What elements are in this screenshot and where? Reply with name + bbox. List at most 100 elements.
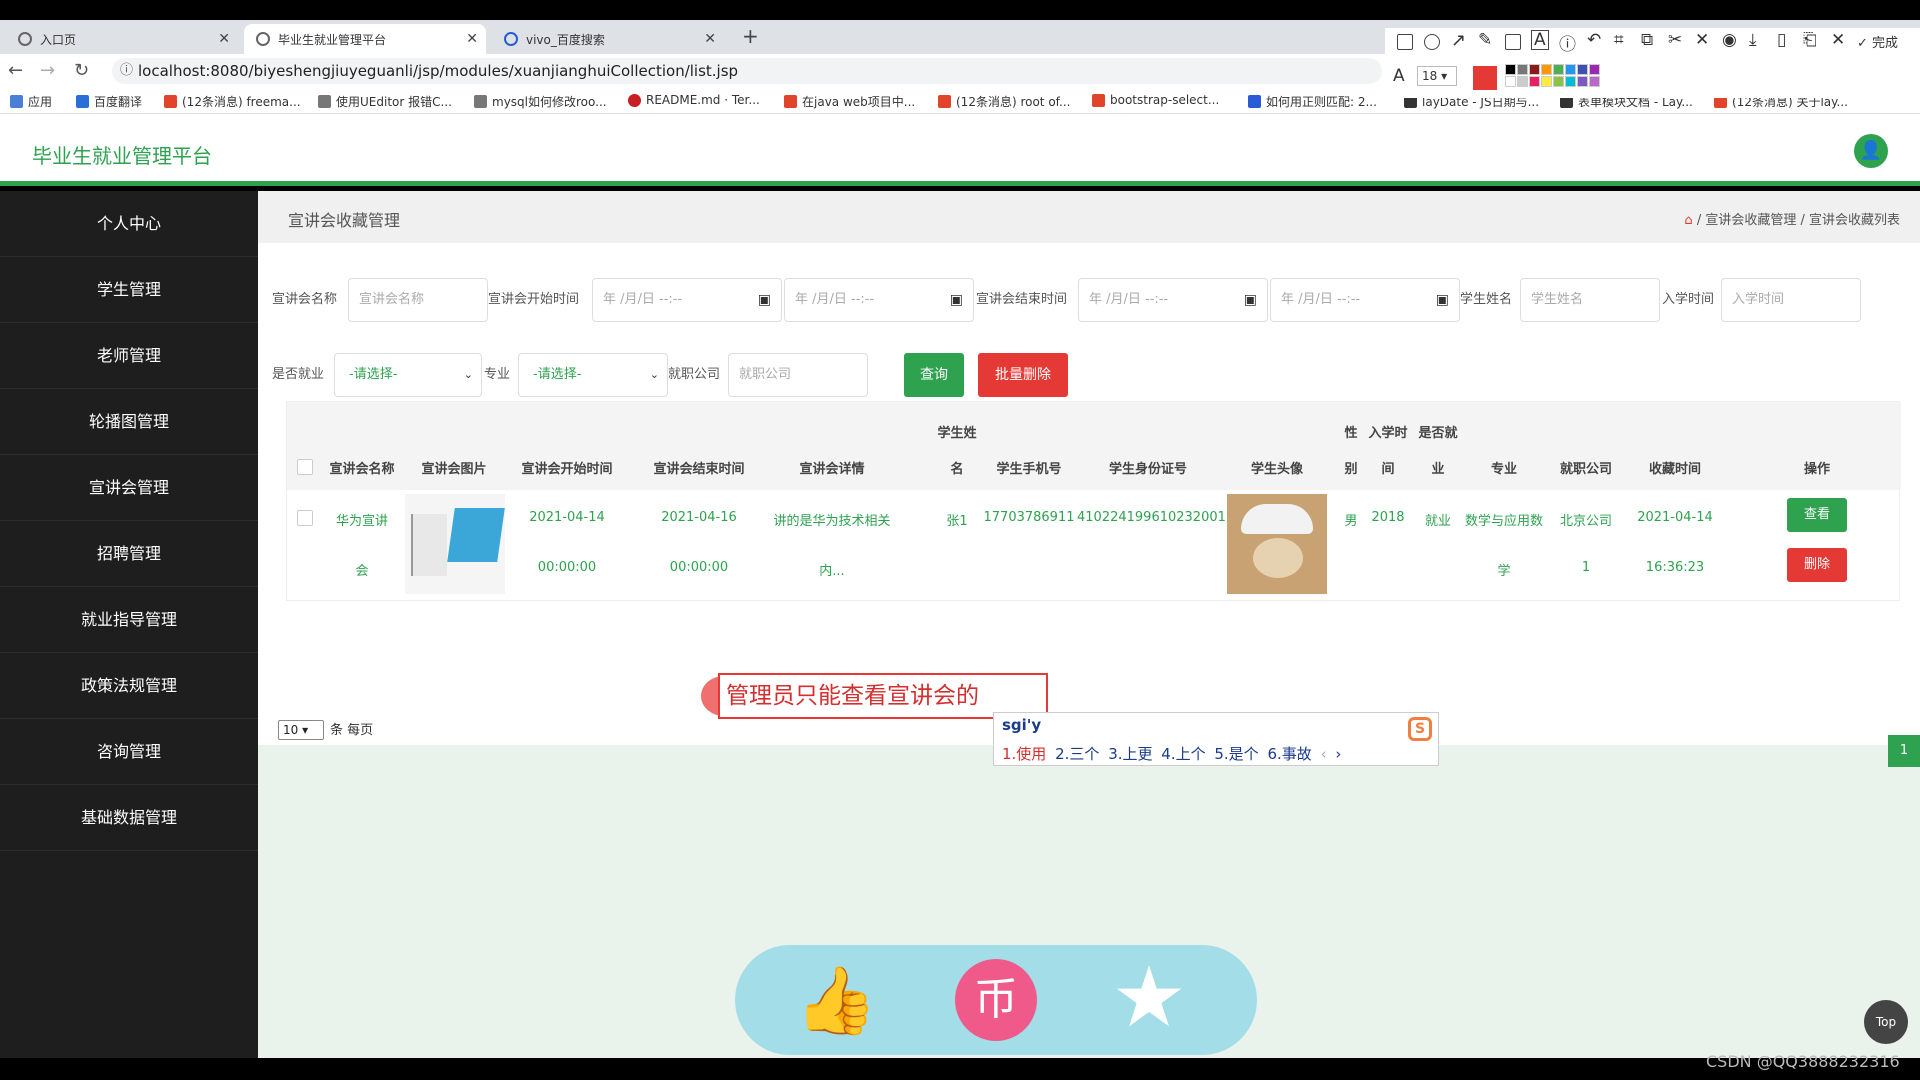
bookmark-item[interactable]: bootstrap-select... [1092,93,1219,107]
delete-button[interactable]: 删除 [1787,548,1847,582]
color-swatch[interactable] [1577,76,1588,87]
close-icon[interactable]: ✕ [218,31,230,47]
ime-candidate[interactable]: 6.事故 [1267,745,1311,763]
star-icon[interactable]: ★ [1105,953,1193,1041]
end-time-to-input[interactable]: 年 /月/日 --:-- ▣ [1270,278,1460,322]
tab-entry-page[interactable]: 入口页 ✕ [6,24,238,54]
sidebar-item-personal-center[interactable]: 个人中心 [0,191,258,257]
new-tab-icon[interactable]: + [742,24,759,48]
ellipse-tool-icon[interactable] [1424,34,1440,50]
text-tool-icon[interactable]: A [1531,30,1549,50]
rectangle-tool-icon[interactable] [1397,34,1413,50]
url-field[interactable]: ⓘ localhost:8080/biyeshengjiuyeguanli/js… [112,58,1382,84]
current-color-swatch[interactable] [1473,66,1497,90]
color-swatch[interactable] [1517,64,1528,75]
color-swatch[interactable] [1517,76,1528,87]
ime-candidate[interactable]: 5.是个 [1214,745,1258,763]
color-swatch[interactable] [1589,64,1600,75]
arrow-tool-icon[interactable]: ↗ [1451,30,1466,51]
sidebar-item-career-guidance[interactable]: 就业指导管理 [0,587,258,653]
reload-icon[interactable]: ↻ [74,60,89,81]
download-icon[interactable]: ⤓ [1749,30,1757,50]
calendar-icon[interactable]: ▣ [758,279,771,321]
home-icon[interactable]: ⌂ [1684,213,1692,228]
color-swatch[interactable] [1541,64,1552,75]
chevron-left-icon[interactable]: ‹ [1321,745,1327,763]
translate-tool-icon[interactable]: ⧉ [1641,30,1653,50]
pin-icon[interactable]: ✕ [1695,30,1709,50]
page-button-current[interactable]: 1 [1888,735,1920,767]
batch-delete-button[interactable]: 批量删除 [978,353,1068,397]
presentation-name-input[interactable]: 宣讲会名称 [348,278,488,322]
end-time-from-input[interactable]: 年 /月/日 --:-- ▣ [1078,278,1268,322]
chevron-right-icon[interactable]: › [1335,745,1341,763]
select-all-checkbox[interactable] [297,459,313,475]
sidebar-item-policies[interactable]: 政策法规管理 [0,653,258,719]
row-checkbox[interactable] [297,510,313,526]
sidebar-item-recruitment[interactable]: 招聘管理 [0,521,258,587]
bookmark-item[interactable]: 使用UEditor 报错C... [318,93,452,110]
crop-icon[interactable]: ⌗ [1614,30,1624,50]
coin-icon[interactable]: 币 [955,959,1037,1041]
bookmark-item[interactable]: (12条消息) freema... [164,93,301,110]
done-button[interactable]: ✓ 完成 [1857,32,1898,51]
color-swatch[interactable] [1505,64,1516,75]
number-tool-icon[interactable]: ⓘ [1559,30,1576,55]
employed-select[interactable]: -请选择- ⌄ [334,353,482,397]
bookmark-item[interactable]: (12条消息) root of... [938,93,1070,110]
thumbs-up-icon[interactable]: 👍 [795,961,877,1041]
close-icon[interactable]: ✕ [704,31,716,47]
info-icon[interactable]: ⓘ [120,58,133,84]
color-swatch[interactable] [1589,76,1600,87]
back-icon[interactable]: ← [8,60,23,81]
pen-tool-icon[interactable]: ✎ [1478,30,1492,50]
sidebar-item-teachers[interactable]: 老师管理 [0,323,258,389]
bookmark-item[interactable]: 如何用正则匹配: 2... [1248,93,1377,110]
color-swatch[interactable] [1553,76,1564,87]
start-time-to-input[interactable]: 年 /月/日 --:-- ▣ [784,278,974,322]
enroll-time-input[interactable]: 入学时间 [1721,278,1861,322]
ime-candidate[interactable]: 2.三个 [1055,745,1099,763]
ime-candidate[interactable]: 1.使用 [1002,745,1046,763]
calendar-icon[interactable]: ▣ [1244,279,1257,321]
user-avatar-icon[interactable]: 👤 [1854,134,1888,168]
tab-platform[interactable]: 毕业生就业管理平台 ✕ [244,24,486,54]
color-swatch[interactable] [1553,64,1564,75]
calendar-icon[interactable]: ▣ [1436,279,1449,321]
phone-icon[interactable]: ▯ [1777,30,1786,50]
color-swatch[interactable] [1505,76,1516,87]
query-button[interactable]: 查询 [904,353,964,397]
sidebar-item-base-data[interactable]: 基础数据管理 [0,785,258,851]
bookmark-item[interactable]: 百度翻译 [76,93,142,110]
undo-icon[interactable]: ↶ [1587,30,1601,50]
student-name-input[interactable]: 学生姓名 [1520,278,1660,322]
close-icon[interactable]: ✕ [466,31,478,47]
page-size-select[interactable]: 10 ▾ [278,720,324,740]
record-icon[interactable]: ◉ [1722,30,1737,50]
font-size-select[interactable]: 18 ▾ [1417,66,1457,86]
color-swatch[interactable] [1541,76,1552,87]
color-swatch[interactable] [1565,64,1576,75]
start-time-from-input[interactable]: 年 /月/日 --:-- ▣ [592,278,782,322]
bookmark-icon[interactable]: ⎗ [1803,30,1817,50]
sidebar-item-presentations[interactable]: 宣讲会管理 [0,455,258,521]
tab-vivo-search[interactable]: vivo_百度搜索 ✕ [492,24,724,54]
color-swatch[interactable] [1529,64,1540,75]
calendar-icon[interactable]: ▣ [950,279,963,321]
back-to-top-button[interactable]: Top [1864,1000,1908,1044]
color-swatch[interactable] [1565,76,1576,87]
color-swatch[interactable] [1577,64,1588,75]
forward-icon[interactable]: → [40,60,55,81]
bookmark-item[interactable]: README.md · Ter... [628,93,760,107]
sidebar-item-carousel[interactable]: 轮播图管理 [0,389,258,455]
major-select[interactable]: -请选择- ⌄ [518,353,668,397]
bookmark-item[interactable]: 在java web项目中... [784,93,915,110]
view-button[interactable]: 查看 [1787,498,1847,532]
sidebar-item-students[interactable]: 学生管理 [0,257,258,323]
bookmark-apps[interactable]: 应用 [10,93,52,110]
company-input[interactable]: 就职公司 [728,353,868,397]
close-icon[interactable]: ✕ [1831,30,1845,50]
color-swatch[interactable] [1529,76,1540,87]
bookmark-item[interactable]: mysql如何修改roo... [474,93,607,110]
ime-candidate[interactable]: 3.上更 [1108,745,1152,763]
